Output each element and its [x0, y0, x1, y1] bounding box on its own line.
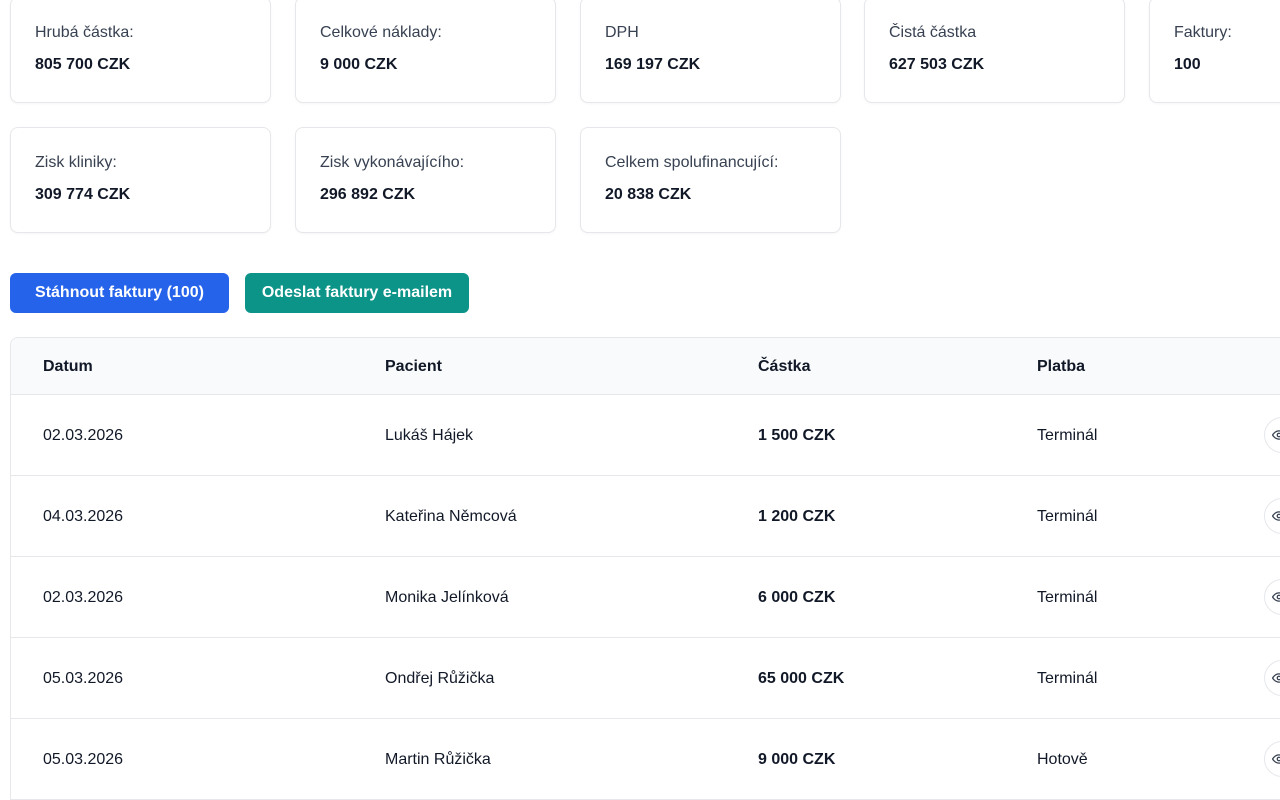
cell-amount: 65 000 CZK — [758, 670, 845, 687]
card-label: Čistá částka — [889, 24, 977, 41]
card-value: 296 892 CZK — [320, 186, 416, 203]
card-label: Celkové náklady: — [320, 24, 442, 41]
eye-icon — [1272, 592, 1280, 602]
eye-icon — [1272, 754, 1280, 764]
invoice-table: Datum Pacient Částka Platba 02.03.2026 L… — [10, 337, 1280, 800]
table-row: 04.03.2026 Kateřina Němcová 1 200 CZK Te… — [11, 476, 1280, 557]
summary-card-vat: DPH 169 197 CZK — [580, 0, 841, 103]
eye-icon — [1272, 430, 1280, 440]
view-invoice-button[interactable] — [1264, 498, 1280, 534]
cell-date: 05.03.2026 — [43, 751, 124, 768]
card-label: Hrubá částka: — [35, 24, 134, 41]
cell-amount: 1 500 CZK — [758, 427, 836, 444]
card-value: 169 197 CZK — [605, 56, 701, 73]
cell-payment: Terminál — [1037, 508, 1098, 525]
card-value: 627 503 CZK — [889, 56, 985, 73]
table-header: Datum Pacient Částka Platba — [11, 338, 1280, 395]
summary-card-invoices: Faktury: 100 — [1149, 0, 1280, 103]
invoice-overview-page: Hrubá částka: 805 700 CZK Celkové náklad… — [0, 0, 1280, 800]
cell-date: 04.03.2026 — [43, 508, 124, 525]
table-row: 05.03.2026 Ondřej Růžička 65 000 CZK Ter… — [11, 638, 1280, 719]
download-invoices-button[interactable]: Stáhnout faktury (100) — [10, 273, 229, 313]
view-invoice-button[interactable] — [1264, 741, 1280, 777]
card-label: DPH — [605, 24, 639, 41]
view-invoice-button[interactable] — [1264, 417, 1280, 453]
cell-payment: Terminál — [1037, 670, 1098, 687]
view-invoice-button[interactable] — [1264, 660, 1280, 696]
table-row: 02.03.2026 Lukáš Hájek 1 500 CZK Terminá… — [11, 395, 1280, 476]
cell-date: 05.03.2026 — [43, 670, 124, 687]
cell-date: 02.03.2026 — [43, 427, 124, 444]
summary-card-cofinancing-total: Celkem spolufinancující: 20 838 CZK — [580, 127, 841, 233]
cell-patient: Monika Jelínková — [385, 589, 509, 606]
cell-payment: Hotově — [1037, 751, 1088, 768]
summary-card-total-costs: Celkové náklady: 9 000 CZK — [295, 0, 556, 103]
column-header-amount: Částka — [758, 358, 811, 375]
card-label: Celkem spolufinancující: — [605, 154, 779, 171]
card-label: Zisk vykonávajícího: — [320, 154, 465, 171]
card-label: Faktury: — [1174, 24, 1232, 41]
cell-amount: 6 000 CZK — [758, 589, 836, 606]
cell-payment: Terminál — [1037, 589, 1098, 606]
summary-card-gross-amount: Hrubá částka: 805 700 CZK — [10, 0, 271, 103]
cell-patient: Kateřina Němcová — [385, 508, 517, 525]
cell-amount: 1 200 CZK — [758, 508, 836, 525]
card-value: 20 838 CZK — [605, 186, 692, 203]
column-header-date: Datum — [43, 358, 93, 375]
card-value: 100 — [1174, 56, 1201, 73]
cell-amount: 9 000 CZK — [758, 751, 836, 768]
email-invoices-button[interactable]: Odeslat faktury e-mailem — [245, 273, 469, 313]
column-header-payment: Platba — [1037, 358, 1086, 375]
cell-payment: Terminál — [1037, 427, 1098, 444]
card-label: Zisk kliniky: — [35, 154, 117, 171]
table-row: 02.03.2026 Monika Jelínková 6 000 CZK Te… — [11, 557, 1280, 638]
summary-card-performer-profit: Zisk vykonávajícího: 296 892 CZK — [295, 127, 556, 233]
summary-card-net-amount: Čistá částka 627 503 CZK — [864, 0, 1125, 103]
cell-patient: Martin Růžička — [385, 751, 491, 768]
card-value: 9 000 CZK — [320, 56, 398, 73]
column-header-patient: Pacient — [385, 358, 442, 375]
card-value: 805 700 CZK — [35, 56, 131, 73]
view-invoice-button[interactable] — [1264, 579, 1280, 615]
cell-date: 02.03.2026 — [43, 589, 124, 606]
summary-card-clinic-profit: Zisk kliniky: 309 774 CZK — [10, 127, 271, 233]
card-value: 309 774 CZK — [35, 186, 131, 203]
eye-icon — [1272, 673, 1280, 683]
table-row: 05.03.2026 Martin Růžička 9 000 CZK Hoto… — [11, 719, 1280, 800]
cell-patient: Ondřej Růžička — [385, 670, 495, 687]
eye-icon — [1272, 511, 1280, 521]
cell-patient: Lukáš Hájek — [385, 427, 474, 444]
